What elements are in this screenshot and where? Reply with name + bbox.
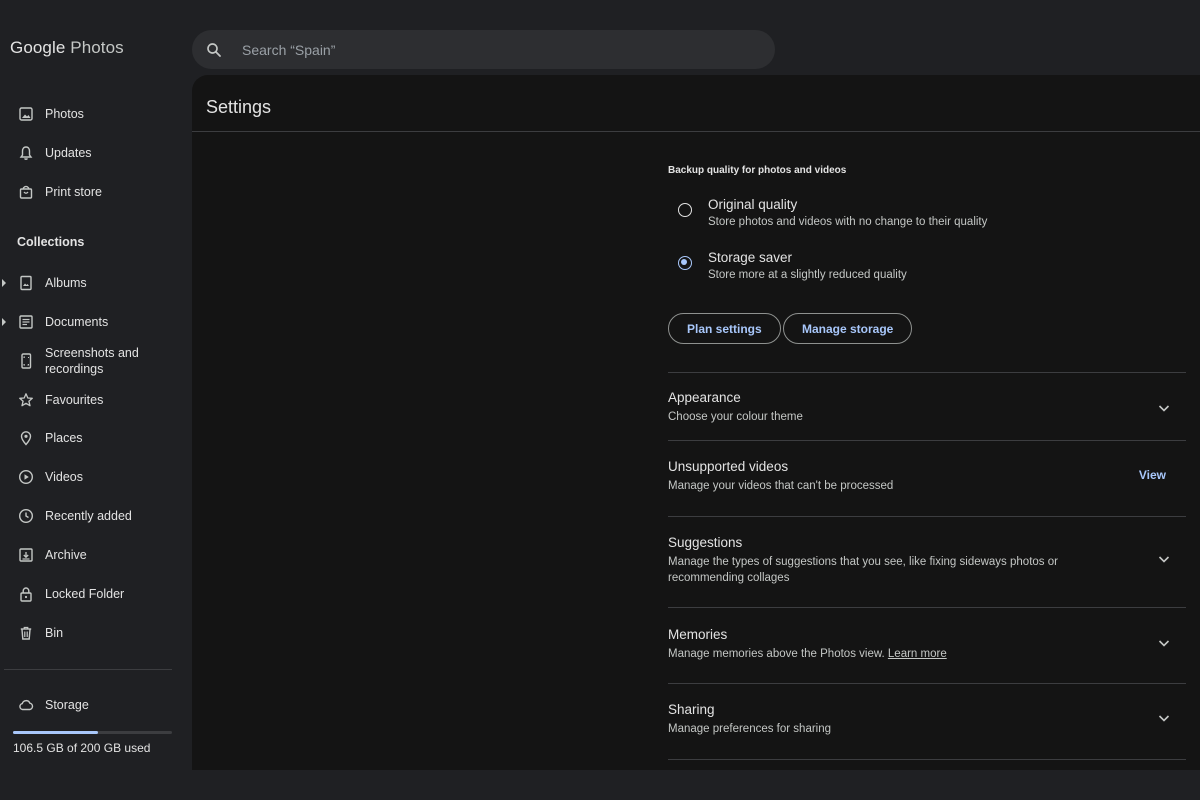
sidebar-item-label: Documents bbox=[45, 315, 109, 329]
sidebar-item-label: Locked Folder bbox=[45, 587, 125, 601]
storage-saver-radio[interactable] bbox=[678, 256, 692, 270]
original-quality-radio[interactable] bbox=[678, 203, 692, 217]
sidebar-item-label: Bin bbox=[45, 626, 64, 640]
option-title: Original quality bbox=[708, 197, 798, 212]
section-divider bbox=[668, 683, 1186, 684]
shopping-bag-icon bbox=[18, 184, 34, 200]
sidebar-item-locked-folder[interactable]: Locked Folder bbox=[0, 577, 180, 611]
archive-icon bbox=[18, 547, 34, 563]
sidebar-item-label: Print store bbox=[45, 185, 102, 199]
collections-heading: Collections bbox=[17, 235, 85, 249]
storage-progress-bar bbox=[13, 731, 172, 734]
sidebar-item-photos[interactable]: Photos bbox=[0, 97, 180, 131]
section-divider bbox=[668, 607, 1186, 608]
sidebar-item-bin[interactable]: Bin bbox=[0, 616, 180, 650]
original-quality-option[interactable]: Original quality Store photos and videos… bbox=[678, 197, 1178, 233]
setting-description: Manage memories above the Photos view. L… bbox=[668, 646, 1088, 662]
logo-google-text: Google bbox=[10, 38, 66, 57]
bell-icon bbox=[18, 145, 34, 161]
sidebar-item-label: Places bbox=[45, 431, 83, 445]
sidebar-item-label: Storage bbox=[45, 698, 89, 712]
chevron-down-icon[interactable] bbox=[1156, 551, 1172, 567]
manage-storage-button[interactable]: Manage storage bbox=[783, 313, 913, 344]
setting-description: Manage your videos that can't be process… bbox=[668, 480, 894, 492]
section-divider bbox=[668, 440, 1186, 441]
trash-icon bbox=[18, 625, 34, 641]
sidebar-item-videos[interactable]: Videos bbox=[0, 460, 180, 494]
setting-memories[interactable]: Memories Manage memories above the Photo… bbox=[668, 627, 1186, 667]
chevron-down-icon[interactable] bbox=[1156, 710, 1172, 726]
clock-icon bbox=[18, 508, 34, 524]
sidebar-item-favourites[interactable]: Favourites bbox=[0, 383, 180, 417]
sidebar-item-label: Updates bbox=[45, 146, 92, 160]
setting-sharing[interactable]: Sharing Manage preferences for sharing bbox=[668, 702, 1186, 742]
setting-unsupported-videos: Unsupported videos Manage your videos th… bbox=[668, 459, 1186, 499]
plan-settings-button[interactable]: Plan settings bbox=[668, 313, 781, 344]
option-title: Storage saver bbox=[708, 250, 793, 265]
option-description: Store photos and videos with no change t… bbox=[708, 216, 988, 228]
setting-title: Suggestions bbox=[668, 535, 743, 550]
lock-icon bbox=[18, 586, 34, 602]
sidebar-divider bbox=[4, 669, 172, 670]
learn-more-link[interactable]: Learn more bbox=[888, 648, 947, 660]
setting-appearance[interactable]: Appearance Choose your colour theme bbox=[668, 390, 1186, 430]
logo-photos-text: Photos bbox=[70, 38, 124, 57]
section-divider bbox=[668, 372, 1186, 373]
section-divider bbox=[668, 759, 1186, 760]
sidebar-item-label: Favourites bbox=[45, 393, 104, 407]
option-description: Store more at a slightly reduced quality bbox=[708, 269, 907, 281]
backup-quality-label: Backup quality for photos and videos bbox=[668, 165, 847, 176]
page-title: Settings bbox=[206, 97, 272, 117]
google-photos-logo[interactable]: Google Photos bbox=[10, 38, 124, 58]
sidebar-item-screenshots[interactable]: Screenshots and recordings bbox=[0, 344, 180, 378]
sidebar-item-label: Photos bbox=[45, 107, 84, 121]
storage-saver-option[interactable]: Storage saver Store more at a slightly r… bbox=[678, 250, 1178, 286]
search-icon[interactable] bbox=[205, 41, 223, 59]
view-unsupported-videos-link[interactable]: View bbox=[1139, 468, 1166, 482]
title-divider bbox=[192, 131, 1200, 132]
chevron-down-icon[interactable] bbox=[1156, 635, 1172, 651]
sidebar-item-storage[interactable]: Storage bbox=[0, 688, 180, 722]
chevron-down-icon[interactable] bbox=[1156, 400, 1172, 416]
expand-caret-icon[interactable] bbox=[2, 318, 6, 326]
settings-panel: Settings Backup quality for photos and v… bbox=[192, 75, 1200, 770]
document-icon bbox=[18, 314, 34, 330]
sidebar-item-recently-added[interactable]: Recently added bbox=[0, 499, 180, 533]
cloud-icon bbox=[18, 697, 34, 713]
setting-description: Manage the types of suggestions that you… bbox=[668, 556, 1058, 584]
setting-title: Unsupported videos bbox=[668, 459, 789, 474]
sidebar-item-print-store[interactable]: Print store bbox=[0, 175, 180, 209]
search-input[interactable] bbox=[240, 40, 724, 59]
search-bar[interactable] bbox=[192, 30, 775, 69]
setting-title: Sharing bbox=[668, 702, 715, 717]
expand-caret-icon[interactable] bbox=[2, 279, 6, 287]
setting-title: Appearance bbox=[668, 390, 741, 405]
sidebar-item-updates[interactable]: Updates bbox=[0, 136, 180, 170]
storage-progress-fill bbox=[13, 731, 98, 734]
setting-description: Choose your colour theme bbox=[668, 411, 803, 423]
sidebar-item-label: Screenshots and recordings bbox=[45, 346, 139, 376]
sidebar-item-places[interactable]: Places bbox=[0, 421, 180, 455]
setting-description: Manage preferences for sharing bbox=[668, 723, 832, 735]
play-circle-icon bbox=[18, 469, 34, 485]
storage-used-text: 106.5 GB of 200 GB used bbox=[13, 741, 151, 755]
photo-icon bbox=[18, 106, 34, 122]
sidebar-item-documents[interactable]: Documents bbox=[0, 305, 180, 339]
sidebar-item-label: Videos bbox=[45, 470, 83, 484]
setting-title: Memories bbox=[668, 627, 728, 642]
setting-suggestions[interactable]: Suggestions Manage the types of suggesti… bbox=[668, 535, 1186, 585]
sidebar-item-label: Albums bbox=[45, 276, 87, 290]
sidebar-item-albums[interactable]: Albums bbox=[0, 266, 180, 300]
sidebar-item-label: Recently added bbox=[45, 509, 132, 523]
phone-screenshot-icon bbox=[18, 353, 34, 369]
sidebar-item-label: Archive bbox=[45, 548, 87, 562]
star-icon bbox=[18, 392, 34, 408]
place-pin-icon bbox=[18, 430, 34, 446]
memories-description-text: Manage memories above the Photos view. bbox=[668, 648, 885, 660]
section-divider bbox=[668, 516, 1186, 517]
sidebar-item-archive[interactable]: Archive bbox=[0, 538, 180, 572]
album-icon bbox=[18, 275, 34, 291]
